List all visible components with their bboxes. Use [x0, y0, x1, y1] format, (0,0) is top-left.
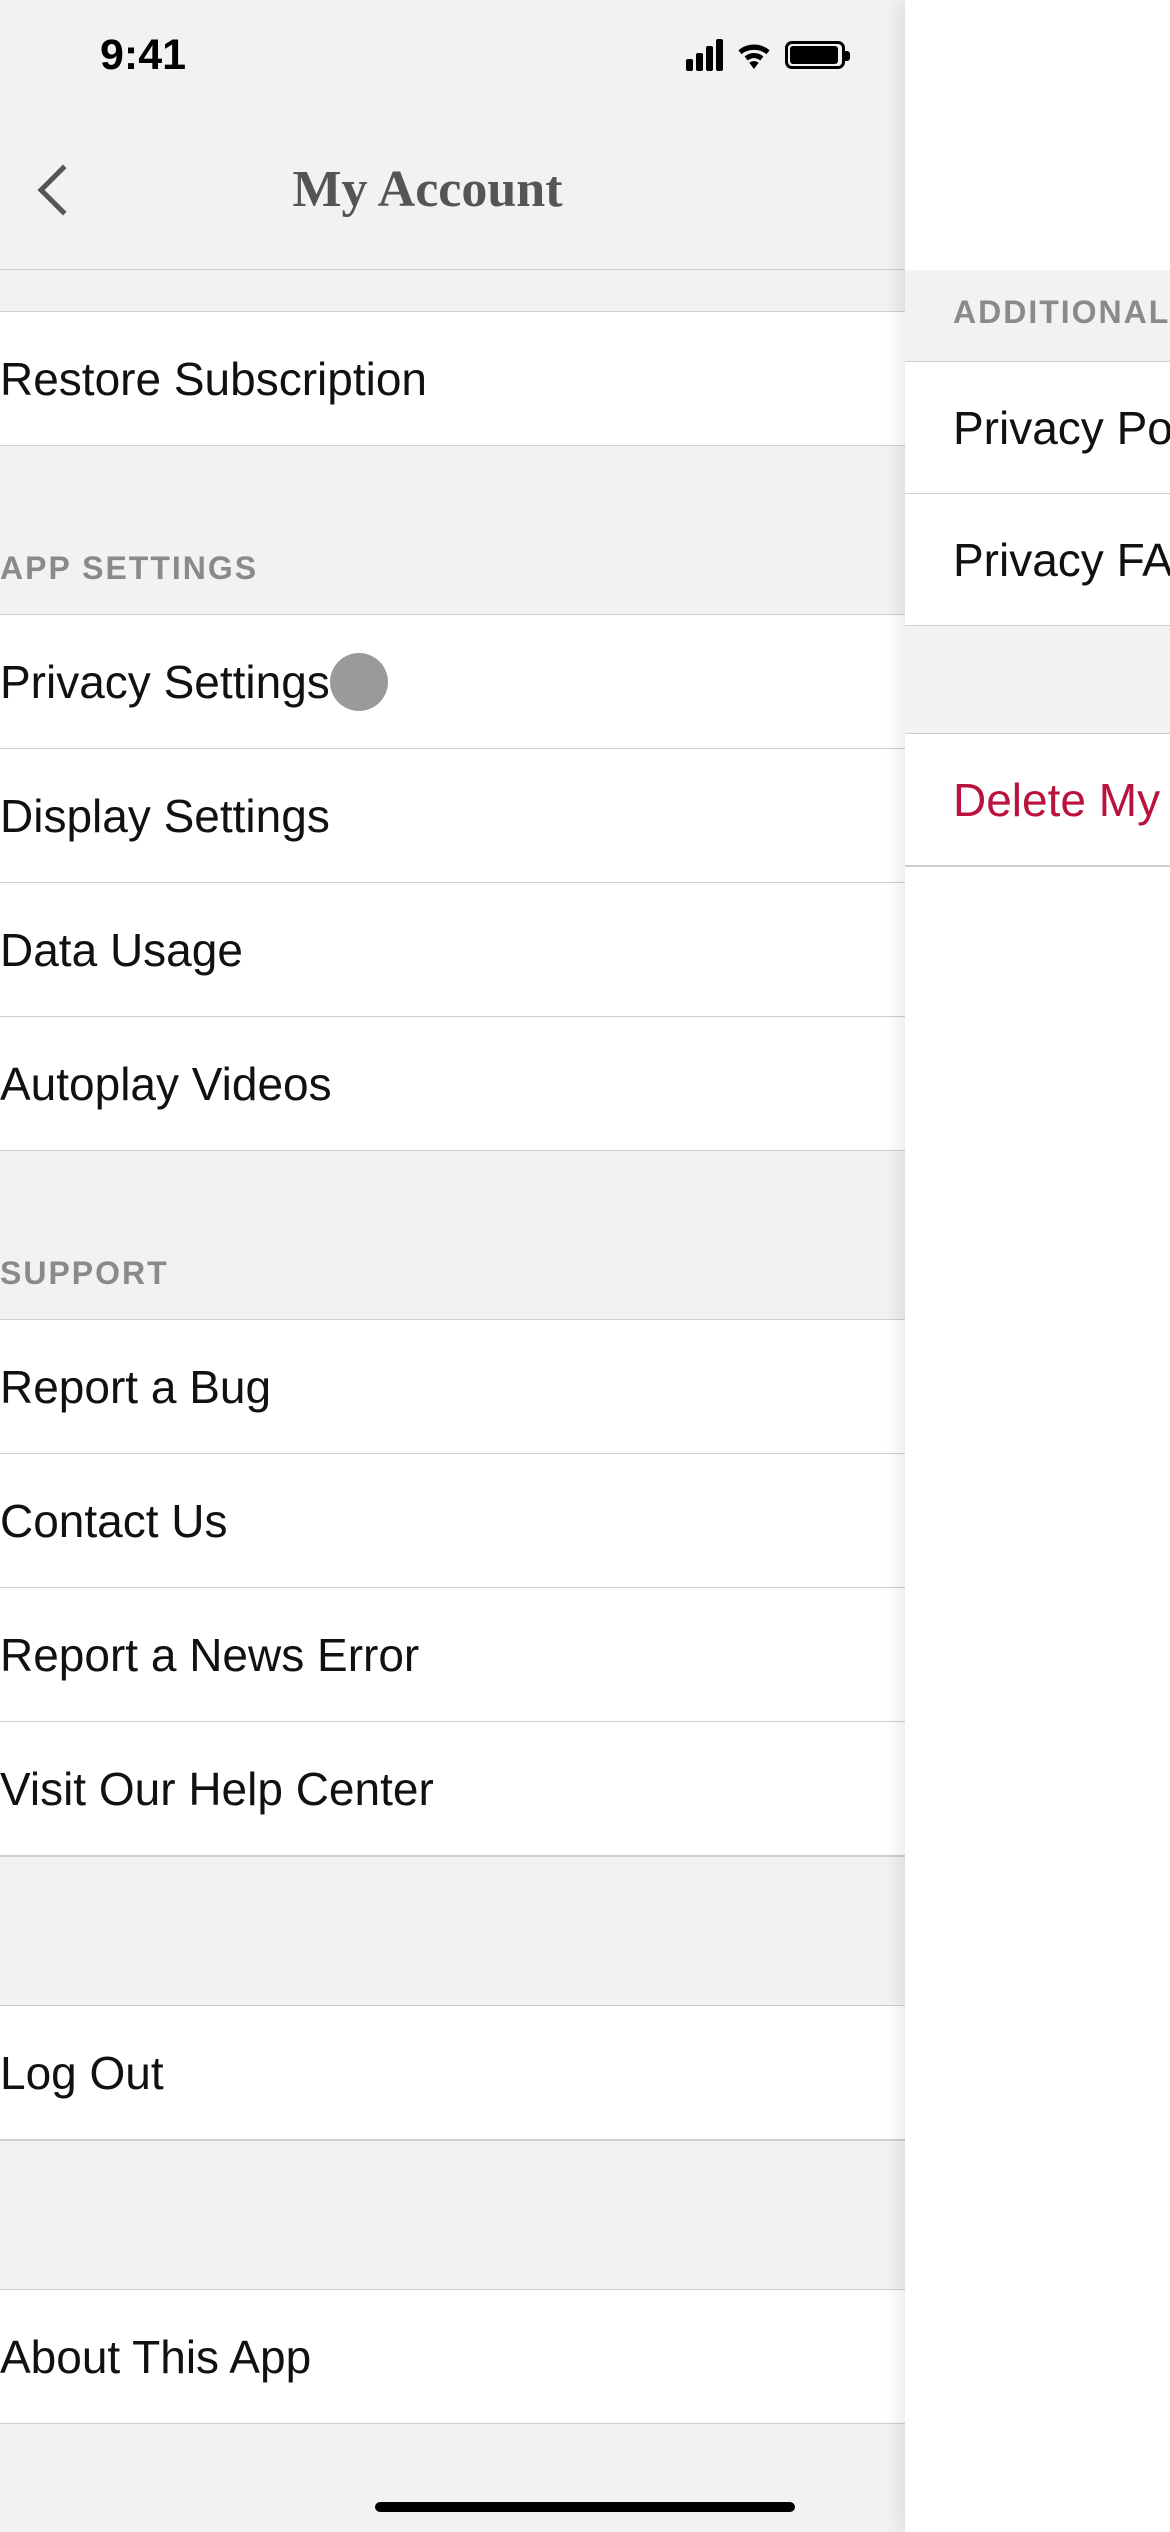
section-header-app-settings: APP SETTINGS — [0, 446, 905, 615]
row-label: Privacy FAQ — [953, 533, 1170, 587]
my-account-screen: 9:41 My Account Restore Subscription APP… — [0, 0, 905, 2532]
battery-icon — [785, 41, 845, 69]
row-privacy-policy[interactable]: Privacy Policy — [905, 362, 1170, 494]
privacy-settings-screen: ADDITIONAL Privacy Policy Privacy FAQ De… — [905, 0, 1170, 2532]
row-label: Visit Our Help Center — [0, 1762, 434, 1816]
row-display-settings[interactable]: Display Settings — [0, 748, 905, 883]
row-label: Privacy Settings — [0, 655, 330, 709]
section-header-support: SUPPORT — [0, 1151, 905, 1320]
nav-bar: My Account — [0, 110, 905, 270]
row-data-usage[interactable]: Data Usage — [0, 882, 905, 1017]
row-label: Display Settings — [0, 789, 330, 843]
cellular-signal-icon — [686, 39, 723, 71]
wifi-icon — [735, 41, 773, 69]
section-header-additional: ADDITIONAL — [905, 270, 1170, 362]
row-label: Contact Us — [0, 1494, 228, 1548]
row-label: Delete My Data — [953, 773, 1170, 827]
touch-indicator-icon — [330, 653, 388, 711]
row-label: Data Usage — [0, 923, 243, 977]
row-log-out[interactable]: Log Out — [0, 2005, 905, 2140]
row-restore-subscription[interactable]: Restore Subscription — [0, 311, 905, 446]
page-title: My Account — [292, 160, 562, 219]
status-indicators — [686, 39, 845, 71]
status-bar: 9:41 — [0, 0, 905, 110]
back-button[interactable] — [38, 164, 89, 215]
row-autoplay-videos[interactable]: Autoplay Videos — [0, 1016, 905, 1151]
right-nav-bar — [905, 0, 1170, 270]
row-about-this-app[interactable]: About This App — [0, 2289, 905, 2424]
row-label: Restore Subscription — [0, 352, 427, 406]
row-label: Log Out — [0, 2046, 164, 2100]
row-report-news-error[interactable]: Report a News Error — [0, 1587, 905, 1722]
row-delete-my-data[interactable]: Delete My Data — [905, 734, 1170, 866]
row-report-bug[interactable]: Report a Bug — [0, 1319, 905, 1454]
row-help-center[interactable]: Visit Our Help Center — [0, 1721, 905, 1856]
row-contact-us[interactable]: Contact Us — [0, 1453, 905, 1588]
row-label: Autoplay Videos — [0, 1057, 332, 1111]
row-privacy-faq[interactable]: Privacy FAQ — [905, 494, 1170, 626]
row-label: Report a News Error — [0, 1628, 419, 1682]
status-time: 9:41 — [100, 31, 186, 80]
row-label: Report a Bug — [0, 1360, 271, 1414]
row-label: Privacy Policy — [953, 401, 1170, 455]
row-privacy-settings[interactable]: Privacy Settings — [0, 614, 905, 749]
home-indicator[interactable] — [375, 2502, 795, 2512]
row-label: About This App — [0, 2330, 311, 2384]
